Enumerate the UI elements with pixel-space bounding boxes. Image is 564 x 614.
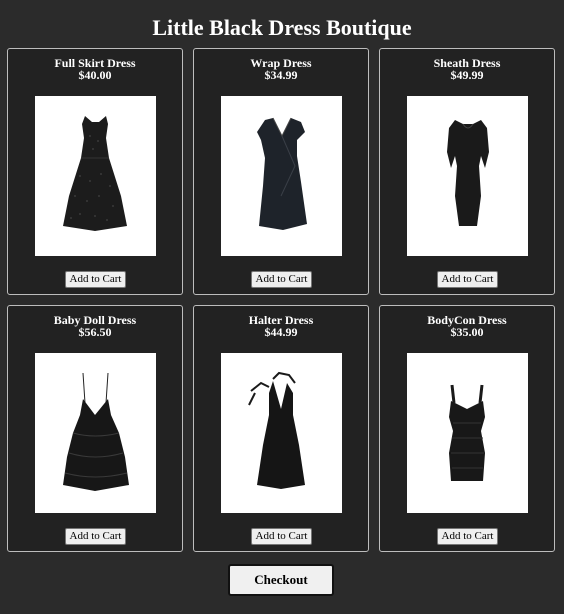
product-card: Baby Doll Dress $56.50 Add to Cart bbox=[7, 305, 183, 552]
add-to-cart-button[interactable]: Add to Cart bbox=[65, 528, 126, 545]
product-price: $34.99 bbox=[264, 68, 298, 82]
bodycon-dress-icon bbox=[449, 384, 485, 481]
checkout-button[interactable]: Checkout bbox=[228, 564, 334, 596]
product-price: $49.99 bbox=[450, 68, 484, 82]
wrap-dress-icon bbox=[257, 117, 307, 230]
add-to-cart-button[interactable]: Add to Cart bbox=[251, 528, 312, 545]
product-card: Full Skirt Dress $40.00 Add to Cart bbox=[7, 48, 183, 295]
product-card: Sheath Dress $49.99 Add to Cart bbox=[379, 48, 555, 295]
sheath-dress-icon bbox=[447, 120, 489, 226]
product-image[interactable] bbox=[221, 353, 342, 513]
product-image[interactable] bbox=[407, 96, 528, 256]
product-card: BodyCon Dress $35.00 Add to Cart bbox=[379, 305, 555, 552]
halter-dress-icon bbox=[248, 371, 305, 489]
add-to-cart-button[interactable]: Add to Cart bbox=[65, 271, 126, 288]
product-card: Wrap Dress $34.99 Add to Cart bbox=[193, 48, 369, 295]
page-title: Little Black Dress Boutique bbox=[152, 15, 412, 40]
product-price: $44.99 bbox=[264, 325, 298, 339]
product-card: Halter Dress $44.99 Add to Cart bbox=[193, 305, 369, 552]
add-to-cart-button[interactable]: Add to Cart bbox=[437, 271, 498, 288]
product-price: $40.00 bbox=[78, 68, 112, 82]
product-image[interactable] bbox=[35, 96, 156, 256]
add-to-cart-button[interactable]: Add to Cart bbox=[437, 528, 498, 545]
baby-doll-dress-icon bbox=[63, 372, 129, 491]
product-image[interactable] bbox=[407, 353, 528, 513]
add-to-cart-button[interactable]: Add to Cart bbox=[251, 271, 312, 288]
product-image[interactable] bbox=[35, 353, 156, 513]
product-price: $35.00 bbox=[450, 325, 484, 339]
product-image[interactable] bbox=[221, 96, 342, 256]
full-skirt-dress-icon bbox=[63, 116, 127, 231]
product-price: $56.50 bbox=[78, 325, 112, 339]
product-grid: Full Skirt Dress $40.00 Add to Cart Wrap… bbox=[7, 48, 555, 552]
